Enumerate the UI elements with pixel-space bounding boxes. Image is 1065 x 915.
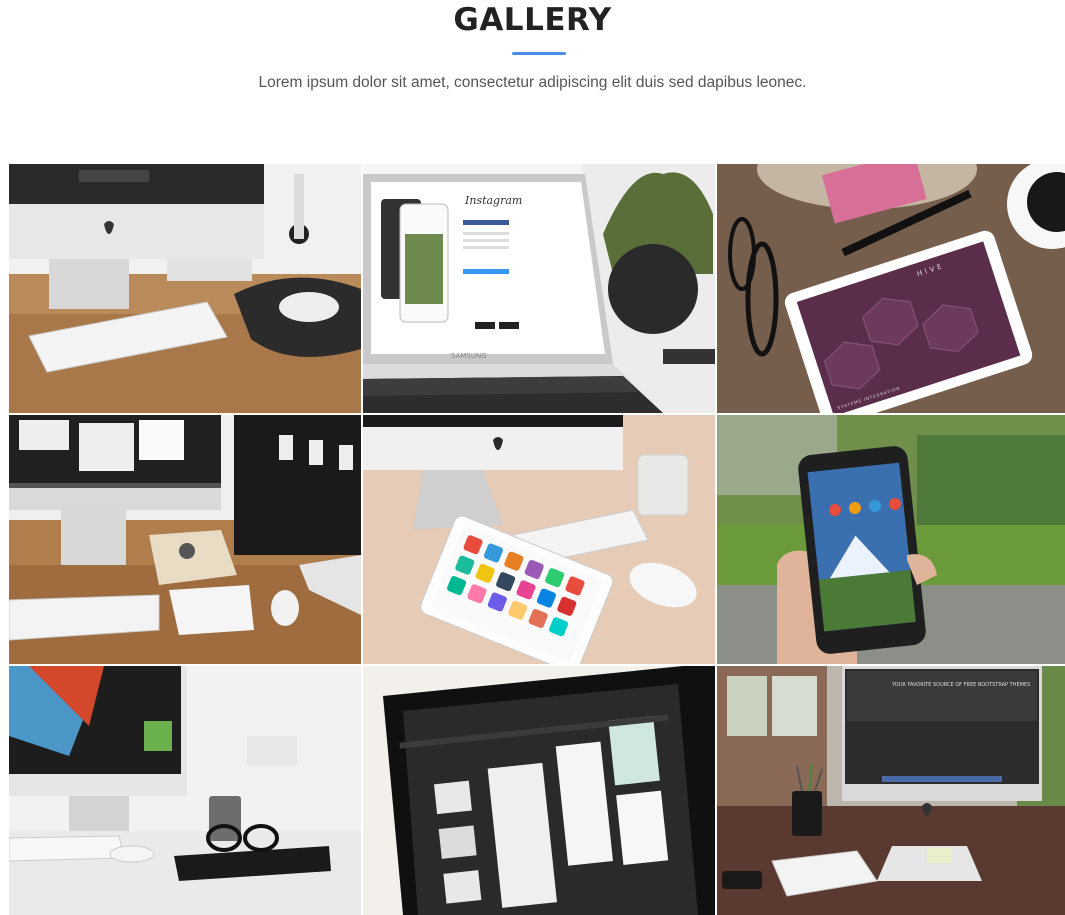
gallery-item-1[interactable] (9, 164, 361, 413)
instagram-wordmark: Instagram (464, 194, 522, 207)
screen-headline: YOUR FAVORITE SOURCE OF FREE BOOTSTRAP T… (891, 682, 1030, 688)
imac-pencil-cup-photo: YOUR FAVORITE SOURCE OF FREE BOOTSTRAP T… (717, 666, 1065, 915)
hand-smartphone-photo (717, 415, 1065, 664)
gallery-item-6[interactable] (717, 415, 1065, 664)
gallery-item-8[interactable] (363, 666, 715, 915)
section-subtitle: Lorem ipsum dolor sit amet, consectetur … (258, 74, 807, 91)
gallery-item-9[interactable]: YOUR FAVORITE SOURCE OF FREE BOOTSTRAP T… (717, 666, 1065, 915)
title-underline (512, 52, 566, 55)
samsung-logo: SAMSUNG (451, 352, 487, 360)
gallery-header: GALLERY Lorem ipsum dolor sit amet, cons… (0, 0, 1065, 160)
laptop-instagram-photo: Instagram SAMSUNG (363, 164, 715, 413)
imac-tablet-apps-photo (363, 415, 715, 664)
gallery-item-4[interactable] (9, 415, 361, 664)
imac-mug-glasses-photo (9, 666, 361, 915)
gallery-item-3[interactable]: HIVE SYSTEMS INTEGRATION (717, 164, 1065, 413)
imac-notebook-desk-photo (9, 415, 361, 664)
tablet-glasses-pen-photo: HIVE SYSTEMS INTEGRATION (717, 164, 1065, 413)
imac-keyboard-desk-photo (9, 164, 361, 413)
monitor-design-closeup-photo (363, 666, 715, 915)
gallery-item-5[interactable] (363, 415, 715, 664)
section-title: GALLERY (453, 2, 612, 38)
gallery-grid: Instagram SAMSUNG HIVE SYSTEMS INTEGRATI… (9, 164, 1065, 915)
gallery-item-2[interactable]: Instagram SAMSUNG (363, 164, 715, 413)
gallery-item-7[interactable] (9, 666, 361, 915)
